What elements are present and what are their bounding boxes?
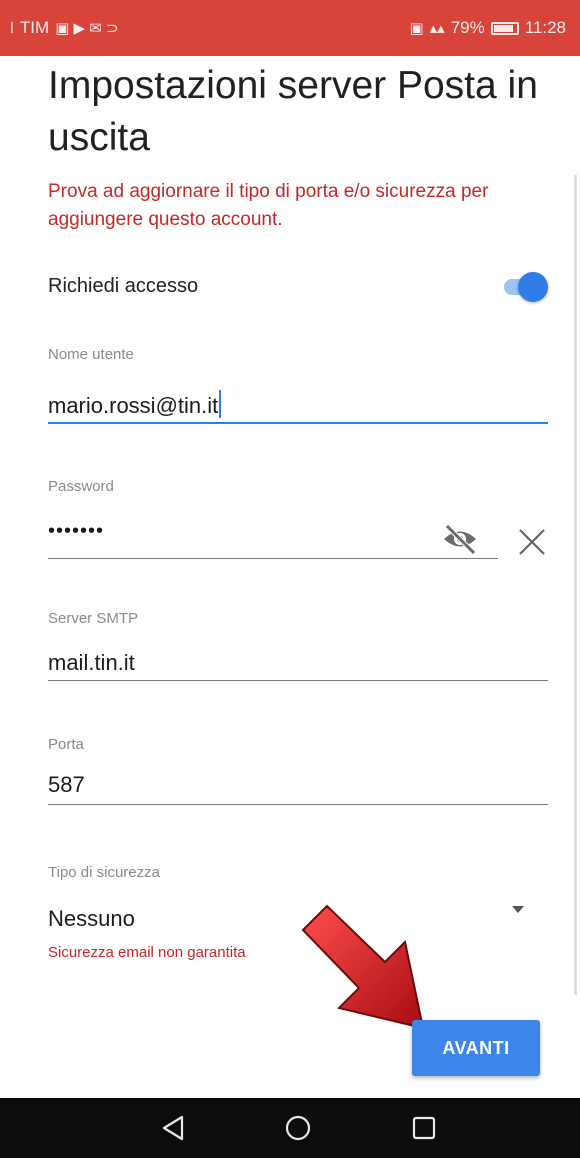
recent-apps-icon[interactable]: [408, 1112, 440, 1144]
password-underline: [48, 558, 498, 559]
signal-indicator: ǀ: [10, 19, 14, 37]
require-login-row: Richiedi accesso: [48, 266, 548, 306]
navigation-bar: [0, 1098, 580, 1158]
port-input[interactable]: 587: [48, 772, 85, 798]
battery-icon: [490, 21, 519, 35]
require-login-label: Richiedi accesso: [48, 274, 199, 297]
next-button[interactable]: AVANTI: [412, 1020, 540, 1076]
status-right: ▣ ▴▴ 79% 11:28: [409, 18, 566, 38]
close-icon[interactable]: [514, 522, 550, 558]
toggle-thumb: [518, 272, 548, 302]
smtp-server-underline: [48, 680, 548, 681]
security-type-select[interactable]: Nessuno: [48, 906, 135, 932]
carrier-name: TIM: [19, 18, 50, 37]
username-input[interactable]: mario.rossi@tin.it: [48, 390, 222, 419]
nfc-icon: ▣: [409, 20, 424, 37]
signal-icon: ▴▴: [429, 20, 445, 37]
port-underline: [48, 804, 548, 805]
username-value: mario.rossi@tin.it: [48, 393, 219, 418]
error-message: Prova ad aggiornare il tipo di porta e/o…: [48, 181, 489, 230]
username-label: Nome utente: [48, 346, 134, 363]
home-icon[interactable]: [282, 1112, 314, 1144]
back-icon[interactable]: [158, 1112, 190, 1144]
smtp-server-label: Server SMTP: [48, 610, 139, 627]
port-label: Porta: [48, 736, 84, 753]
clock: 11:28: [524, 18, 566, 37]
require-login-toggle[interactable]: [500, 270, 548, 302]
username-underline: [48, 422, 548, 424]
security-type-label: Tipo di sicurezza: [48, 864, 160, 881]
page-title: Impostazioni server Posta in uscita: [48, 64, 538, 159]
smtp-server-input[interactable]: mail.tin.it: [48, 650, 135, 676]
triangle-down-icon[interactable]: [512, 906, 524, 913]
status-left: ǀ TIM ▣ ▶ ✉ ⊃: [10, 18, 119, 38]
security-warning: Sicurezza email non garantita: [48, 944, 246, 961]
red-arrow-icon: [301, 904, 425, 1030]
eye-off-icon[interactable]: [440, 522, 480, 556]
text-cursor: [219, 390, 222, 418]
password-label: Password: [48, 478, 114, 495]
battery-percent: 79%: [450, 18, 485, 37]
password-input[interactable]: •••••••: [48, 520, 104, 543]
status-bar: ǀ TIM ▣ ▶ ✉ ⊃ ▣ ▴▴ 79% 11:28: [0, 0, 580, 56]
scrollbar[interactable]: [574, 175, 577, 995]
notification-icons: ▣ ▶ ✉ ⊃: [55, 20, 119, 37]
